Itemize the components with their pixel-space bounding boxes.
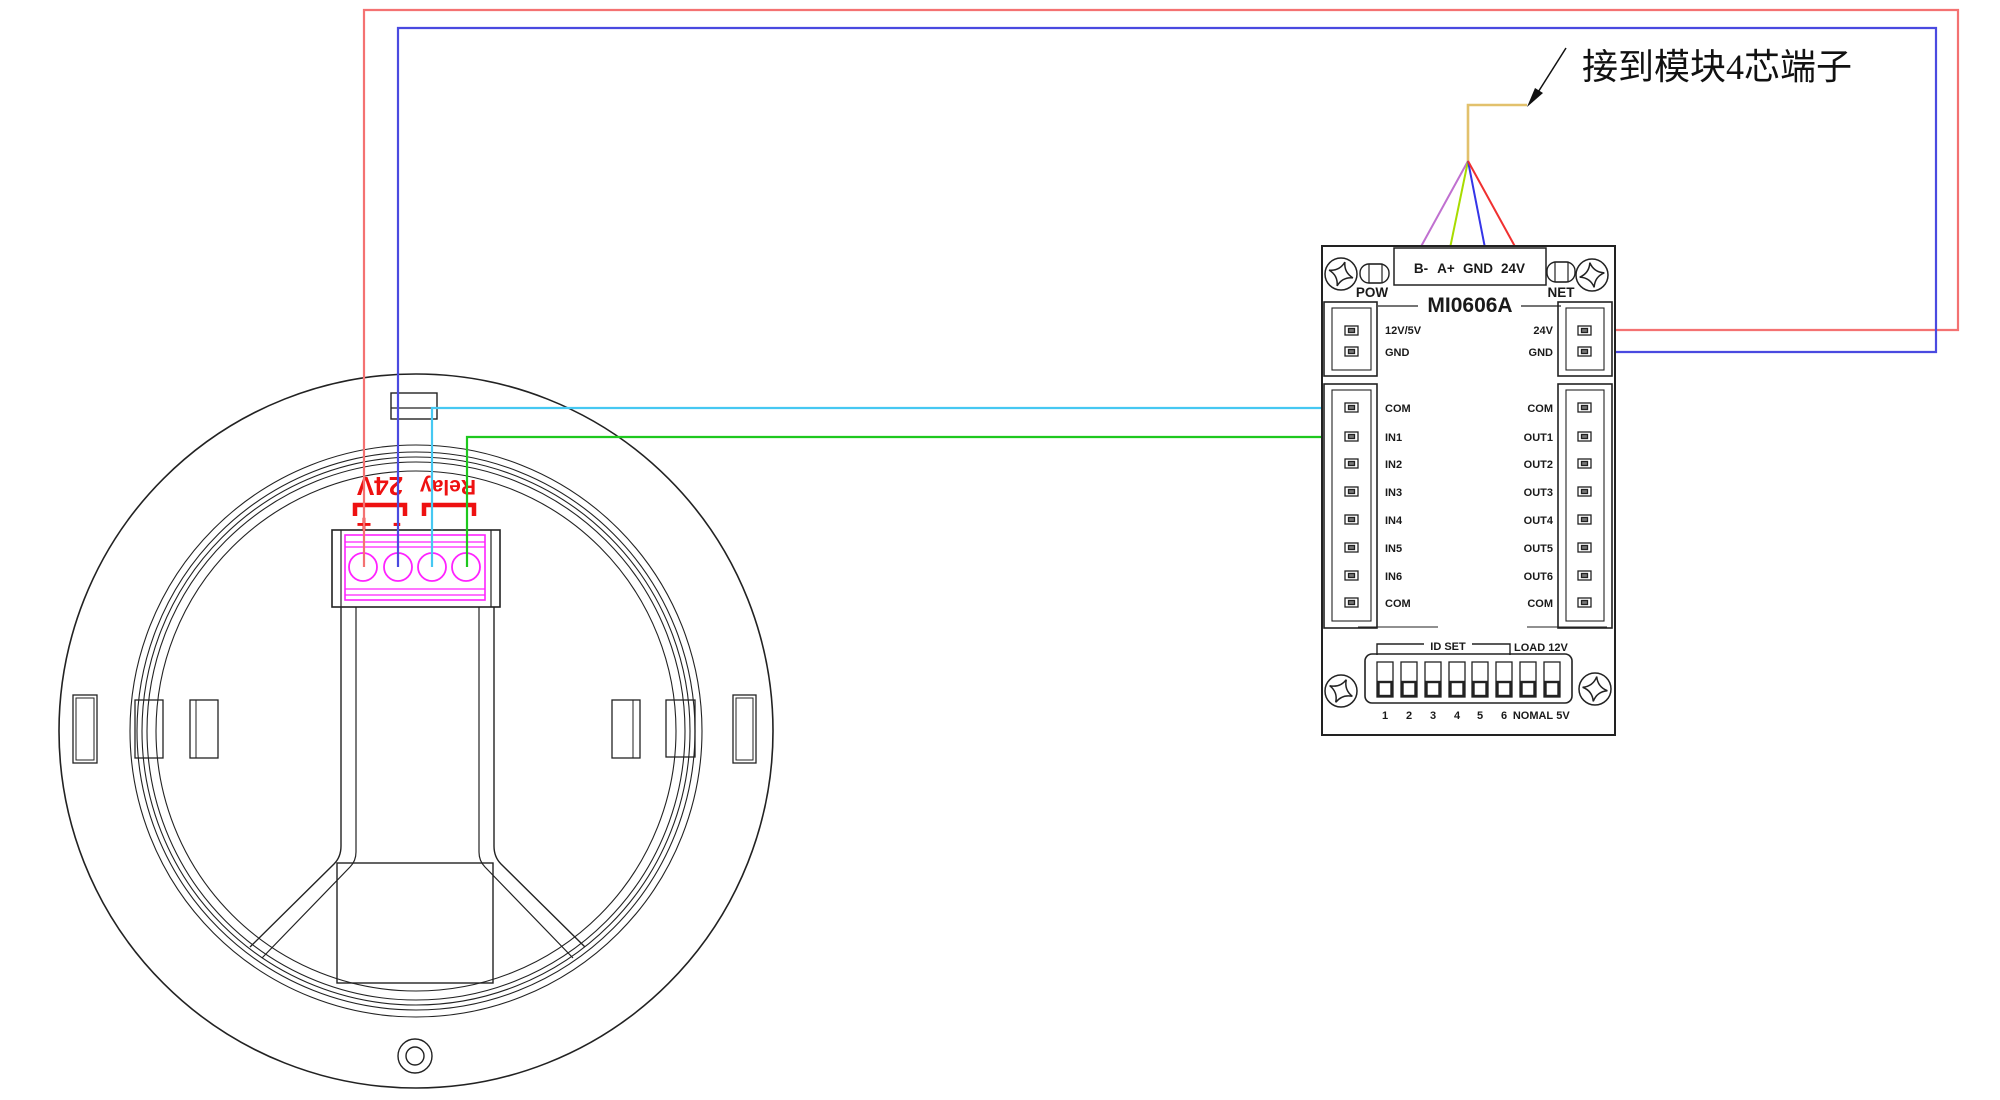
- wiring-diagram: 24V Relay + - 接到模块4芯端子 B- A+ GND 24V: [0, 0, 2000, 1100]
- dip-pos-label: 6: [1501, 710, 1507, 722]
- pin-label: IN1: [1385, 432, 1402, 444]
- pin-label: IN4: [1385, 515, 1403, 527]
- detector-base: 24V Relay + -: [59, 374, 773, 1088]
- pin-label: OUT5: [1524, 543, 1553, 555]
- funnel-right-outer: [494, 607, 585, 947]
- module-title: MI0606A: [1427, 294, 1512, 317]
- clip: [666, 700, 695, 757]
- pin-label: 12V/5V: [1385, 325, 1422, 337]
- cable-4core-yellow: [1468, 105, 1527, 161]
- pin-label: COM: [1385, 598, 1411, 610]
- pin-label: COM: [1527, 598, 1553, 610]
- leader-arrowhead: [1527, 88, 1543, 107]
- pin-label: OUT1: [1524, 432, 1553, 444]
- pin-label: GND: [1529, 347, 1554, 359]
- pin-label: COM: [1385, 403, 1411, 415]
- module-body: [1322, 246, 1615, 735]
- leader-line: [1535, 48, 1566, 97]
- fan-wire-b-minus: [1418, 161, 1468, 252]
- funnel-left-inner: [262, 607, 356, 958]
- pin-label: OUT4: [1524, 515, 1554, 527]
- pin-label: 24V: [1533, 325, 1553, 337]
- terminal-block: [332, 530, 500, 607]
- dip-pos-label: 1: [1382, 710, 1388, 722]
- io-module: B- A+ GND 24V POW NET: [1322, 246, 1615, 735]
- wire-24v-minus-blue: [398, 28, 1936, 567]
- pin-label: IN5: [1385, 543, 1402, 555]
- pin-label: GND: [1385, 347, 1410, 359]
- pow-label: POW: [1356, 285, 1389, 300]
- dip-pos-label: 4: [1454, 710, 1461, 722]
- clip: [736, 698, 753, 760]
- pin-label: OUT3: [1524, 487, 1553, 499]
- clip: [135, 700, 163, 758]
- id-set-label: ID SET: [1430, 641, 1466, 653]
- dip-pos-label: 5V: [1556, 710, 1570, 722]
- clip: [190, 700, 218, 758]
- pin-label: IN6: [1385, 571, 1402, 583]
- wire-relay-in1-green: [467, 437, 1345, 567]
- annotation-text: 接到模块4芯端子: [1582, 47, 1852, 87]
- net-label: NET: [1548, 285, 1576, 300]
- bottom-box: [337, 863, 493, 983]
- fan-wire-24v: [1468, 161, 1518, 252]
- bus-pin-label: A+: [1437, 261, 1455, 276]
- wires: [364, 10, 1958, 567]
- bottom-hole-inner: [406, 1047, 424, 1065]
- fan-wire-gnd: [1468, 161, 1486, 253]
- dip-pos-label: NOMAL: [1513, 710, 1554, 722]
- funnel-left-outer: [250, 607, 341, 947]
- terminal-annotations: 24V Relay + -: [355, 471, 476, 539]
- pin-label: OUT2: [1524, 459, 1553, 471]
- wire-24v-plus-red: [364, 10, 1958, 567]
- clip: [612, 700, 640, 758]
- leader-annotation: 接到模块4芯端子: [1527, 47, 1852, 107]
- wire-relay-com-cyan: [432, 408, 1345, 567]
- pin-label: OUT6: [1524, 571, 1553, 583]
- dip-pos-label: 2: [1406, 710, 1412, 722]
- fan-wire-a-plus: [1449, 161, 1468, 253]
- clip: [73, 695, 97, 763]
- bottom-hole-outer: [398, 1039, 432, 1073]
- pin-label: IN2: [1385, 459, 1402, 471]
- dip-pos-label: 5: [1477, 710, 1483, 722]
- load-12v-label: LOAD 12V: [1514, 642, 1568, 654]
- bus-pin-label: B-: [1414, 261, 1428, 276]
- clip: [76, 698, 94, 760]
- pin-label: IN3: [1385, 487, 1402, 499]
- bus-pin-label: GND: [1463, 261, 1493, 276]
- bus-pin-label: 24V: [1501, 261, 1525, 276]
- dip-pos-label: 3: [1430, 710, 1436, 722]
- pin-label: COM: [1527, 403, 1553, 415]
